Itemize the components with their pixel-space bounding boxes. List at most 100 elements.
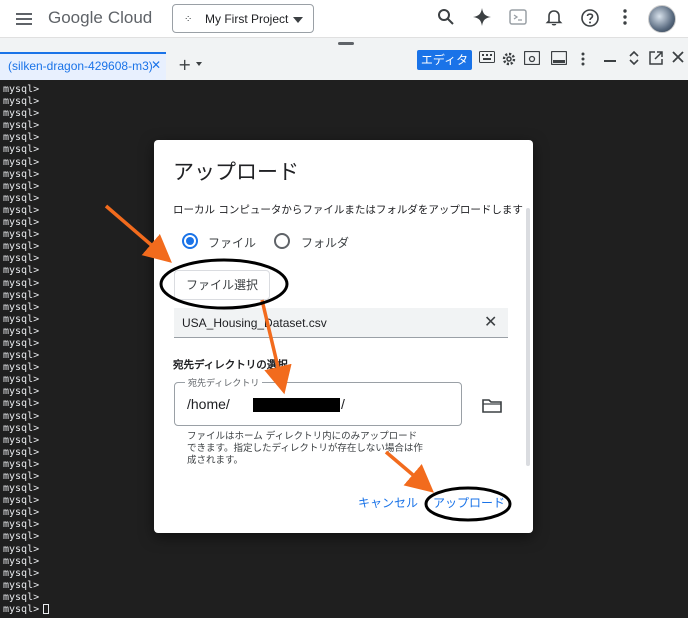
- folder-icon[interactable]: [482, 398, 502, 413]
- cloud-shell-icon[interactable]: [507, 8, 529, 30]
- cancel-button[interactable]: キャンセル: [358, 494, 418, 511]
- terminal-line: mysql>: [3, 579, 40, 591]
- expand-icon[interactable]: [625, 50, 643, 69]
- terminal-line: mysql>: [3, 168, 40, 180]
- terminal-line: mysql>: [3, 301, 40, 313]
- dialog-title: アップロード: [173, 160, 299, 184]
- drag-handle[interactable]: [338, 42, 354, 45]
- terminal-line: mysql>: [3, 277, 40, 289]
- terminal-line: mysql>: [3, 313, 40, 325]
- terminal-line: mysql>: [3, 156, 40, 168]
- radio-file-label: ファイル: [208, 236, 257, 250]
- close-tab-icon[interactable]: ✕: [151, 58, 161, 72]
- terminal-line: mysql>: [3, 241, 40, 253]
- radio-folder-label: フォルダ: [301, 236, 350, 250]
- help-icon[interactable]: [579, 8, 601, 30]
- chevron-down-icon[interactable]: [196, 62, 202, 66]
- terminal-line: mysql>: [3, 350, 40, 362]
- search-icon[interactable]: [435, 8, 457, 30]
- terminal-line: mysql>: [3, 543, 40, 555]
- terminal-line: mysql>: [3, 265, 40, 277]
- terminal-line: mysql>: [3, 604, 50, 616]
- radio-file[interactable]: [182, 233, 198, 249]
- gemini-spark-icon[interactable]: [471, 8, 493, 30]
- terminal-line: mysql>: [3, 422, 40, 434]
- project-selector[interactable]: ⁘ My First Project: [172, 4, 314, 33]
- logo-cloud: Cloud: [107, 8, 153, 27]
- chevron-down-icon: [293, 17, 303, 23]
- notifications-icon[interactable]: [543, 8, 565, 30]
- add-tab-icon[interactable]: +: [178, 55, 191, 74]
- terminal-cursor: [43, 604, 50, 615]
- terminal-line: mysql>: [3, 555, 40, 567]
- settings-icon[interactable]: [500, 51, 518, 69]
- destination-directory-field[interactable]: 宛先ディレクトリ /home/ /: [174, 376, 462, 426]
- dialog-scrollbar[interactable]: [526, 208, 530, 466]
- avatar[interactable]: [648, 5, 676, 33]
- terminal-line: mysql>: [3, 217, 40, 229]
- radio-folder[interactable]: [274, 233, 290, 249]
- terminal-line: mysql>: [3, 398, 40, 410]
- logo-google: Google: [48, 8, 103, 27]
- terminal-line: mysql>: [3, 458, 40, 470]
- clear-file-icon[interactable]: ✕: [484, 312, 497, 331]
- menu-icon[interactable]: [16, 13, 32, 25]
- layout-icon[interactable]: [550, 50, 568, 69]
- top-bar: Google Cloud ⁘ My First Project: [0, 0, 688, 38]
- terminal-line: mysql>: [3, 180, 40, 192]
- terminal-line: mysql>: [3, 337, 40, 349]
- choose-file-button[interactable]: ファイル選択: [174, 270, 270, 300]
- terminal-tab-label: (silken-dragon-429608-m3): [8, 59, 153, 73]
- terminal-line: mysql>: [3, 567, 40, 579]
- terminal-tab-bar: (silken-dragon-429608-m3) ✕ + エディタ: [0, 38, 688, 80]
- upload-dialog: アップロード ローカル コンピュータからファイルまたはフォルダをアップロードしま…: [154, 140, 533, 533]
- upload-button[interactable]: アップロード: [433, 494, 505, 511]
- keyboard-icon[interactable]: [478, 51, 496, 69]
- more-vert-icon[interactable]: [614, 8, 636, 30]
- terminal-lines: mysql> mysql> mysql> mysql> mysql> mysql> mysq…: [3, 84, 50, 616]
- terminal-line: mysql>: [3, 507, 40, 519]
- terminal-line: mysql>: [3, 531, 40, 543]
- terminal-line: mysql>: [3, 483, 40, 495]
- selected-file-name: USA_Housing_Dataset.csv: [182, 316, 327, 330]
- redaction-bar: [253, 398, 340, 412]
- terminal-line: mysql>: [3, 132, 40, 144]
- terminal-line: mysql>: [3, 96, 40, 108]
- terminal-line: mysql>: [3, 519, 40, 531]
- terminal-line: mysql>: [3, 144, 40, 156]
- terminal-line: mysql>: [3, 410, 40, 422]
- terminal-line: mysql>: [3, 289, 40, 301]
- terminal-line: mysql>: [3, 229, 40, 241]
- project-icon: ⁘: [184, 14, 193, 25]
- terminal-line: mysql>: [3, 325, 40, 337]
- google-cloud-logo[interactable]: Google Cloud: [48, 8, 152, 28]
- project-name: My First Project: [205, 12, 289, 26]
- terminal-line: mysql>: [3, 362, 40, 374]
- terminal-tab[interactable]: (silken-dragon-429608-m3) ✕: [0, 52, 166, 80]
- dialog-description: ローカル コンピュータからファイルまたはフォルダをアップロードします: [173, 204, 523, 216]
- terminal-line: mysql>: [3, 446, 40, 458]
- close-icon[interactable]: [669, 51, 687, 69]
- terminal-line: mysql>: [3, 591, 40, 603]
- terminal-line: mysql>: [3, 204, 40, 216]
- terminal-line: mysql>: [3, 120, 40, 132]
- terminal-line: mysql>: [3, 84, 40, 95]
- terminal-line: mysql>: [3, 386, 40, 398]
- open-new-window-icon[interactable]: [647, 51, 665, 69]
- terminal-line: mysql>: [3, 495, 40, 507]
- destination-hint: ファイルはホーム ディレクトリ内にのみアップロード できます。指定したディレクト…: [187, 431, 423, 466]
- destination-value: /home/: [187, 396, 230, 412]
- selected-file-row: USA_Housing_Dataset.csv ✕: [174, 308, 508, 338]
- open-editor-button[interactable]: エディタ: [417, 50, 472, 70]
- destination-field-label: 宛先ディレクトリ: [185, 376, 263, 389]
- terminal-line: mysql>: [3, 192, 40, 204]
- web-preview-icon[interactable]: [523, 50, 541, 69]
- destination-suffix: /: [341, 396, 345, 412]
- destination-heading: 宛先ディレクトリの選択: [173, 359, 288, 371]
- terminal-line: mysql>: [3, 434, 40, 446]
- minimize-icon[interactable]: [601, 51, 619, 69]
- terminal-line: mysql>: [3, 374, 40, 386]
- terminal-line: mysql>: [3, 471, 40, 482]
- more-vert-icon[interactable]: [574, 51, 592, 69]
- terminal-line: mysql>: [3, 253, 40, 265]
